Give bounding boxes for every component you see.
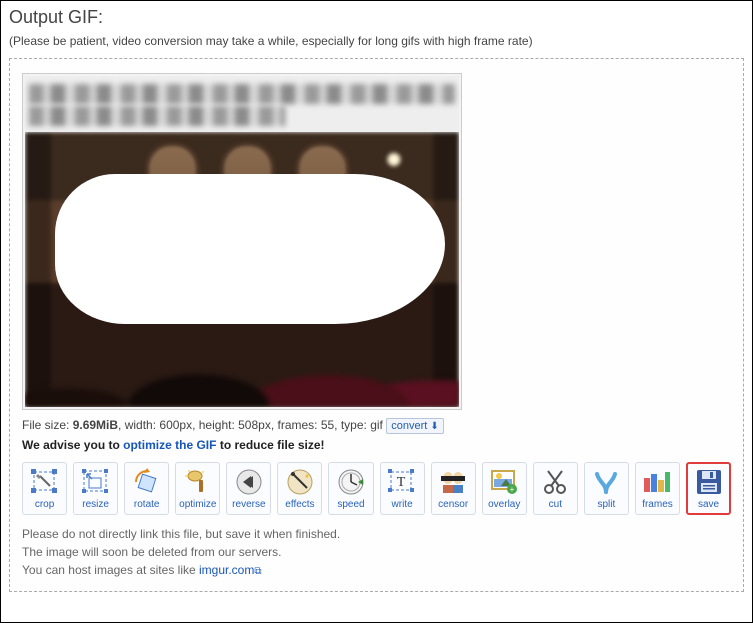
note-line: The image will soon be deleted from our … bbox=[22, 543, 731, 561]
tool-label: speed bbox=[331, 499, 370, 510]
tool-label: optimize bbox=[178, 499, 217, 510]
blur-line bbox=[29, 84, 455, 104]
section-title: Output GIF: bbox=[9, 7, 744, 28]
svg-text:+: + bbox=[510, 485, 515, 494]
tool-label: save bbox=[689, 499, 728, 510]
file-info: File size: 9.69MiB, width: 600px, height… bbox=[22, 418, 731, 434]
page-container: Output GIF: (Please be patient, video co… bbox=[0, 0, 753, 623]
tool-label: censor bbox=[434, 499, 473, 510]
optimize-button[interactable]: optimize bbox=[175, 462, 220, 515]
advise-before: We advise you to bbox=[22, 438, 123, 452]
tool-label: rotate bbox=[127, 499, 166, 510]
download-arrow-icon: ⬇ bbox=[430, 421, 438, 432]
write-icon: T bbox=[385, 467, 419, 497]
save-icon bbox=[692, 467, 726, 497]
reverse-icon bbox=[232, 467, 266, 497]
svg-text:T: T bbox=[397, 475, 406, 490]
crop-icon bbox=[28, 467, 62, 497]
caption-blurred bbox=[25, 76, 459, 132]
optimize-link[interactable]: optimize the GIF bbox=[123, 438, 216, 452]
file-info-rest: , width: 600px, height: 508px, frames: 5… bbox=[118, 418, 383, 432]
frames-icon bbox=[640, 467, 674, 497]
cut-button[interactable]: cut bbox=[533, 462, 578, 515]
tool-label: resize bbox=[76, 499, 115, 510]
resize-icon bbox=[79, 467, 113, 497]
tool-label: cut bbox=[536, 499, 575, 510]
gif-frame bbox=[25, 132, 459, 407]
effects-button[interactable]: effects bbox=[277, 462, 322, 515]
advise-line: We advise you to optimize the GIF to red… bbox=[22, 438, 731, 452]
rotate-button[interactable]: rotate bbox=[124, 462, 169, 515]
write-button[interactable]: T write bbox=[380, 462, 425, 515]
convert-button[interactable]: convert ⬇ bbox=[386, 418, 444, 434]
blur-line bbox=[29, 106, 285, 126]
split-button[interactable]: split bbox=[584, 462, 629, 515]
tool-label: crop bbox=[25, 499, 64, 510]
overlay-icon: + bbox=[487, 467, 521, 497]
tool-label: write bbox=[383, 499, 422, 510]
output-panel: File size: 9.69MiB, width: 600px, height… bbox=[9, 58, 744, 592]
censor-button[interactable]: censor bbox=[431, 462, 476, 515]
tool-label: overlay bbox=[485, 499, 524, 510]
tool-label: frames bbox=[638, 499, 677, 510]
note-line: Please do not directly link this file, b… bbox=[22, 525, 731, 543]
cut-icon bbox=[538, 467, 572, 497]
tool-label: split bbox=[587, 499, 626, 510]
speed-icon bbox=[334, 467, 368, 497]
note-line: You can host images at sites like imgur.… bbox=[22, 561, 731, 579]
save-button[interactable]: save bbox=[686, 462, 731, 515]
effects-icon bbox=[283, 467, 317, 497]
redaction-shape bbox=[55, 174, 445, 324]
imgur-link[interactable]: imgur.com bbox=[199, 563, 254, 577]
convert-label: convert bbox=[391, 420, 427, 432]
external-link-icon: ⧉ bbox=[254, 566, 261, 577]
file-size: 9.69MiB bbox=[73, 418, 118, 432]
censor-icon bbox=[436, 467, 470, 497]
tool-label: effects bbox=[280, 499, 319, 510]
footer-notes: Please do not directly link this file, b… bbox=[22, 525, 731, 579]
overlay-button[interactable]: + overlay bbox=[482, 462, 527, 515]
reverse-button[interactable]: reverse bbox=[226, 462, 271, 515]
toolbar: crop resize bbox=[22, 462, 731, 515]
section-subtitle: (Please be patient, video conversion may… bbox=[9, 34, 744, 48]
frames-button[interactable]: frames bbox=[635, 462, 680, 515]
resize-button[interactable]: resize bbox=[73, 462, 118, 515]
optimize-icon bbox=[181, 467, 215, 497]
file-info-prefix: File size: bbox=[22, 418, 73, 432]
crop-button[interactable]: crop bbox=[22, 462, 67, 515]
split-icon bbox=[589, 467, 623, 497]
advise-after: to reduce file size! bbox=[216, 438, 324, 452]
speed-button[interactable]: speed bbox=[328, 462, 373, 515]
tool-label: reverse bbox=[229, 499, 268, 510]
gif-preview[interactable] bbox=[22, 73, 462, 410]
note-text: You can host images at sites like bbox=[22, 563, 199, 577]
rotate-icon bbox=[130, 467, 164, 497]
